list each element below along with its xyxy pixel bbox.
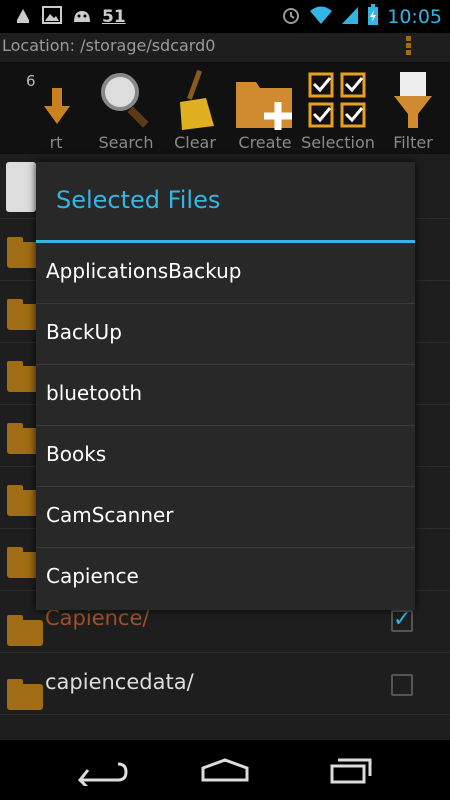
search-button[interactable]: Search [94, 62, 158, 154]
sort-label: rt [49, 133, 63, 152]
dialog-item[interactable]: Books [36, 426, 415, 487]
broom-icon [180, 69, 214, 130]
recent-apps-button[interactable] [322, 754, 382, 786]
back-icon [77, 762, 128, 790]
filter-funnel-icon [394, 72, 432, 128]
status-bar: 51 10:05 [0, 0, 450, 33]
dialog-item[interactable]: BackUp [36, 304, 415, 365]
dialog-item-label: BackUp [46, 320, 122, 344]
battery-charging-icon [367, 4, 379, 30]
search-icon [101, 73, 149, 128]
checkbox-grid-icon [308, 72, 366, 128]
list-item-name: capiencedata/ [45, 670, 194, 694]
toolbar: rt Search Clear Create Selection Filter [0, 36, 450, 154]
folder-icon [7, 615, 43, 646]
dialog-item-label: Books [46, 442, 107, 466]
dialog-item-label: ApplicationsBackup [46, 259, 242, 283]
item-checkbox[interactable] [391, 674, 413, 696]
dialog-item[interactable]: CamScanner [36, 487, 415, 548]
signal-icon [341, 5, 359, 29]
sort-arrow-icon [44, 88, 70, 124]
dialog-title: Selected Files [56, 186, 221, 214]
file-count: 6 [26, 72, 36, 90]
item-checkbox[interactable] [391, 607, 413, 632]
clock: 10:05 [387, 6, 442, 28]
filter-button[interactable]: Filter [386, 62, 440, 154]
thumbnail [6, 162, 36, 212]
filter-label: Filter [393, 133, 433, 152]
overflow-menu-icon[interactable] [406, 34, 416, 58]
home-icon [201, 758, 249, 782]
selection-button[interactable]: Selection [301, 62, 375, 154]
new-folder-icon [236, 82, 292, 130]
home-button[interactable] [195, 754, 255, 786]
list-item[interactable]: capiencedata/ [0, 652, 450, 715]
dialog-item-label: Capience [46, 564, 139, 588]
create-button[interactable]: Create [234, 62, 296, 154]
alarm-icon [281, 5, 301, 29]
sort-button[interactable]: rt [30, 62, 82, 154]
dialog-item-label: CamScanner [46, 503, 174, 527]
back-button[interactable] [70, 754, 130, 790]
dialog-item-label: bluetooth [46, 381, 143, 405]
android-debug-icon [14, 6, 32, 28]
notification-count: 51 [102, 7, 126, 27]
create-label: Create [238, 133, 292, 152]
android-icon [72, 6, 92, 28]
selection-label: Selection [301, 133, 375, 152]
search-label: Search [98, 133, 154, 152]
selected-files-dialog: Selected Files ApplicationsBackup BackUp… [36, 162, 415, 610]
wifi-icon [309, 5, 333, 29]
location-path: Location: /storage/sdcard0 [2, 36, 216, 55]
clear-button[interactable]: Clear [168, 62, 222, 154]
recent-apps-icon [330, 758, 372, 784]
dialog-item[interactable]: ApplicationsBackup [36, 243, 415, 304]
navigation-bar [0, 740, 450, 800]
dialog-item[interactable]: Capience [36, 548, 415, 608]
dialog-item[interactable]: bluetooth [36, 365, 415, 426]
image-icon [42, 6, 62, 28]
clear-label: Clear [174, 133, 216, 152]
folder-icon [7, 679, 43, 710]
